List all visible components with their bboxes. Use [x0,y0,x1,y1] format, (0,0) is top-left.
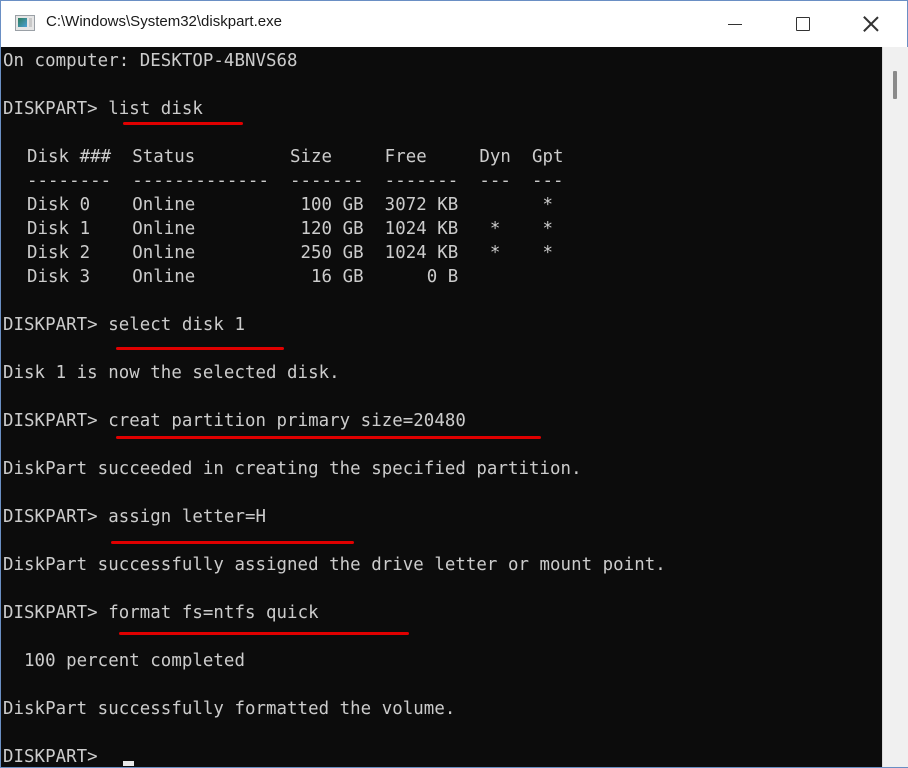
command-line-create-partition: DISKPART> creat partition primary size=2… [3,409,466,433]
annotation-underline [111,541,354,544]
command-text: format fs=ntfs quick [108,603,319,623]
maximize-button[interactable] [775,1,831,47]
output-line: DiskPart successfully formatted the volu… [3,699,456,719]
prompt: DISKPART> [3,507,109,527]
annotation-underline [123,122,243,125]
prompt: DISKPART> [3,99,109,119]
disk-table-row: Disk 1 Online 120 GB 1024 KB * * [27,219,554,239]
console-window: C:\Windows\System32\diskpart.exe On comp… [0,0,908,768]
command-text: creat partition primary size=20480 [108,411,466,431]
console-output[interactable]: On computer: DESKTOP-4BNVS68 DISKPART> l… [1,47,882,767]
disk-table-row: Disk 3 Online 16 GB 0 B [27,267,459,287]
output-line: Disk 1 is now the selected disk. [3,363,340,383]
annotation-underline [119,632,409,635]
scroll-thumb[interactable] [893,71,897,99]
annotation-underline [116,347,284,350]
console-app-icon[interactable] [15,15,35,31]
close-button[interactable] [843,1,899,47]
disk-table-row: Disk 0 Online 100 GB 3072 KB * [27,195,554,215]
close-icon [863,16,879,32]
command-text: select disk 1 [108,315,245,335]
computer-info-line: On computer: DESKTOP-4BNVS68 [3,51,298,71]
window-title: C:\Windows\System32\diskpart.exe [46,13,282,30]
disk-table-separator: -------- ------------- ------- ------- -… [27,171,564,191]
minimize-button[interactable] [707,1,763,47]
minimize-icon [728,23,742,25]
output-line: DiskPart successfully assigned the drive… [3,555,666,575]
title-bar[interactable]: C:\Windows\System32\diskpart.exe [1,1,907,47]
output-line: DiskPart succeeded in creating the speci… [3,459,582,479]
disk-table-header: Disk ### Status Size Free Dyn Gpt [27,147,564,167]
maximize-icon [796,17,810,31]
prompt: DISKPART> [3,747,109,767]
progress-line: 100 percent completed [3,651,245,671]
final-prompt-line: DISKPART> [3,745,108,767]
prompt: DISKPART> [3,315,109,335]
vertical-scrollbar[interactable] [882,47,908,767]
prompt: DISKPART> [3,603,109,623]
command-line-assign-letter: DISKPART> assign letter=H [3,505,266,529]
text-cursor [123,761,134,766]
command-line-format: DISKPART> format fs=ntfs quick [3,601,319,625]
command-text: assign letter=H [108,507,267,527]
command-text: list disk [108,99,203,119]
command-line-select-disk: DISKPART> select disk 1 [3,313,245,337]
annotation-underline [116,436,541,439]
command-line-list-disk: DISKPART> list disk [3,97,203,121]
disk-table-row: Disk 2 Online 250 GB 1024 KB * * [27,243,554,263]
prompt: DISKPART> [3,411,109,431]
